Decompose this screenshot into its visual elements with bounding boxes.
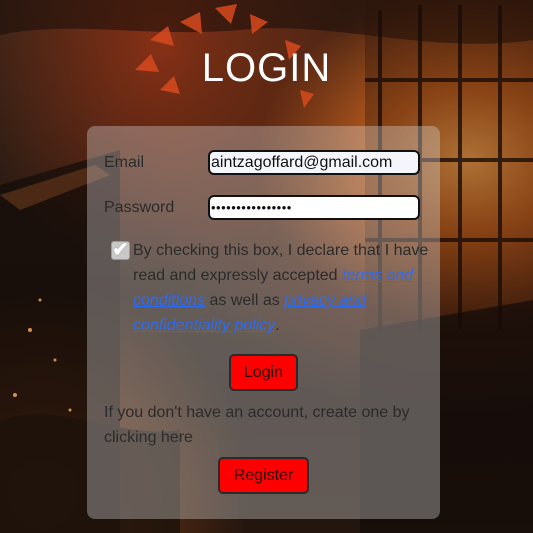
- email-row: Email aintzagoffard@gmail.com: [104, 150, 420, 175]
- consent-text-middle: as well as: [205, 292, 285, 309]
- register-button[interactable]: Register: [218, 457, 309, 494]
- consent-block: ✔ By checking this box, I declare that I…: [111, 238, 429, 338]
- page-title: LOGIN: [201, 46, 332, 90]
- password-row: Password ••••••••••••••••: [104, 195, 420, 220]
- consent-text-after: .: [275, 317, 280, 334]
- consent-checkbox[interactable]: ✔: [111, 240, 130, 260]
- consent-text: By checking this box, I declare that I h…: [133, 238, 429, 338]
- password-label: Password: [104, 198, 175, 216]
- password-field[interactable]: ••••••••••••••••: [208, 195, 420, 220]
- email-label: Email: [104, 153, 145, 171]
- email-field[interactable]: aintzagoffard@gmail.com: [208, 150, 420, 175]
- signup-prompt[interactable]: If you don't have an account, create one…: [104, 400, 434, 450]
- login-panel: Email aintzagoffard@gmail.com Password •…: [87, 126, 440, 519]
- login-button[interactable]: Login: [229, 354, 298, 391]
